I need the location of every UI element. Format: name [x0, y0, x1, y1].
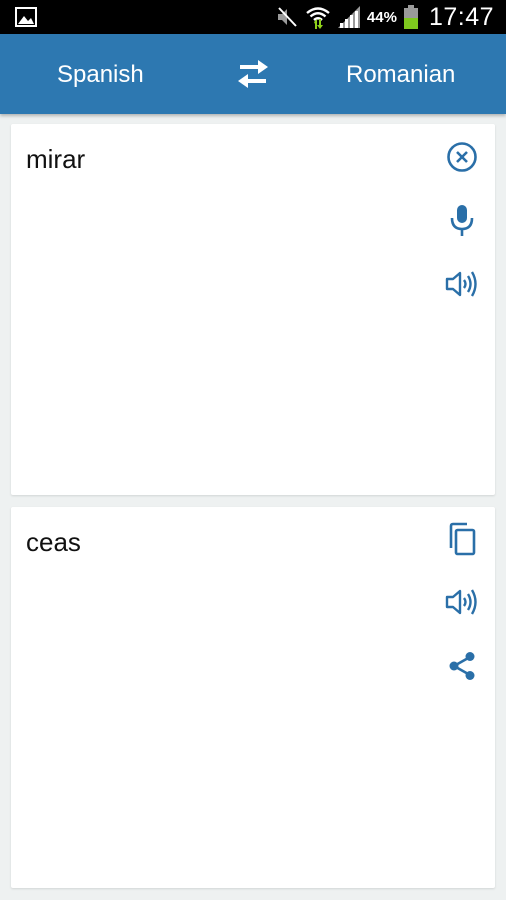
target-language-button[interactable]: Romanian	[346, 34, 455, 114]
source-language-button[interactable]: Spanish	[57, 34, 144, 114]
clear-button[interactable]	[445, 140, 479, 174]
language-bar: Spanish Romanian	[0, 34, 506, 114]
swap-arrows-icon[interactable]	[234, 58, 272, 90]
speak-input-button[interactable]	[445, 267, 479, 301]
signal-icon	[337, 6, 360, 28]
copy-button[interactable]	[445, 522, 479, 556]
mute-icon	[277, 7, 297, 27]
speaker-icon	[445, 589, 477, 615]
battery-icon	[403, 5, 418, 29]
wifi-icon	[306, 7, 330, 29]
microphone-icon	[450, 205, 474, 236]
share-icon	[449, 652, 475, 680]
share-button[interactable]	[445, 649, 479, 683]
input-card: mirar	[11, 124, 495, 495]
copy-icon	[449, 522, 476, 556]
input-text[interactable]: mirar	[26, 144, 85, 175]
speak-output-button[interactable]	[445, 585, 479, 619]
output-text: ceas	[26, 527, 81, 557]
speaker-icon	[445, 271, 477, 297]
output-card: ceas	[11, 507, 495, 888]
gallery-icon	[15, 7, 37, 27]
microphone-button[interactable]	[445, 203, 479, 237]
status-time: 17:47	[428, 2, 494, 31]
battery-percent: 44%	[366, 8, 397, 26]
clear-icon	[447, 142, 477, 172]
status-bar: 44% 17:47	[0, 0, 506, 34]
